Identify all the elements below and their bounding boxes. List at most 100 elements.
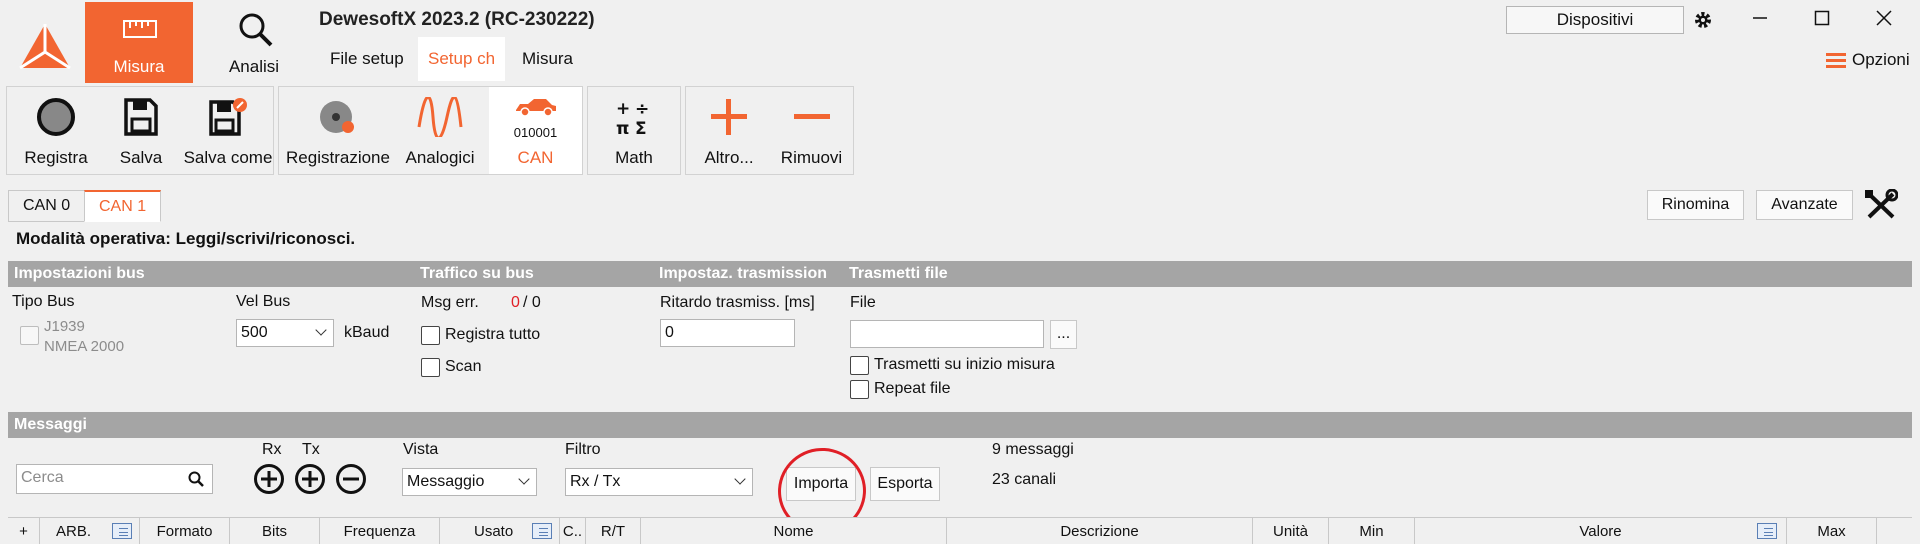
rx-label: Rx <box>262 441 282 458</box>
save-label: Salva <box>119 148 163 167</box>
column-list-icon <box>1757 523 1777 539</box>
bus-settings-title: Impostazioni bus <box>14 265 145 282</box>
record-button[interactable]: Registra <box>13 87 99 174</box>
column-header-format[interactable]: Formato <box>140 518 230 544</box>
scan-label: Scan <box>445 358 482 375</box>
view-select[interactable]: Messaggio <box>402 468 537 496</box>
column-header-add[interactable]: + <box>8 518 40 544</box>
tab-can-1[interactable]: CAN 1 <box>84 190 162 222</box>
save-as-label: Salva come <box>183 148 273 167</box>
tab-can-0[interactable]: CAN 0 <box>8 190 86 222</box>
analog-label: Analogici <box>405 148 475 167</box>
devices-button[interactable]: Dispositivi <box>1506 6 1684 34</box>
tab-setup-ch[interactable]: Setup ch <box>418 37 506 81</box>
operating-mode: Modalità operativa: Leggi/scrivi/riconos… <box>16 229 356 248</box>
svg-text:+: + <box>616 99 630 119</box>
column-header-description[interactable]: Descrizione <box>947 518 1253 544</box>
filter-value: Rx / Tx <box>570 473 621 490</box>
record-icon <box>37 98 75 136</box>
file-transmit-title: Trasmetti file <box>849 265 948 282</box>
app-title: DewesoftX 2023.2 (RC-230222) <box>319 9 595 30</box>
repeat-file-checkbox[interactable] <box>850 380 869 399</box>
maximize-icon <box>1814 10 1830 26</box>
search-icon <box>239 13 273 47</box>
save-icon <box>124 98 158 136</box>
column-header-used[interactable]: Usato <box>440 518 560 544</box>
dewesoft-logo <box>19 24 71 70</box>
tools-icon[interactable] <box>1864 189 1898 221</box>
column-header-c[interactable]: C.. <box>560 518 586 544</box>
messages-title: Messaggi <box>14 416 87 433</box>
can-label: CAN <box>517 148 554 167</box>
gear-icon[interactable] <box>1693 10 1713 30</box>
rename-button[interactable]: Rinomina <box>1647 190 1744 220</box>
column-header-frequency[interactable]: Frequenza <box>320 518 440 544</box>
chevron-down-icon <box>315 324 327 336</box>
maximize-button[interactable] <box>1808 8 1836 32</box>
msg-err-value: 0 <box>511 294 520 311</box>
minus-icon <box>793 114 830 119</box>
filter-label: Filtro <box>565 441 601 458</box>
save-as-button[interactable]: Salva come <box>183 87 273 174</box>
filter-select[interactable]: Rx / Tx <box>565 468 753 496</box>
toolbar-group-inputs: Registrazione Analogici 010001 CAN <box>278 86 583 175</box>
bus-speed-label: Vel Bus <box>236 293 291 310</box>
column-list-icon <box>112 523 132 539</box>
add-more-button[interactable]: Altro... <box>688 87 770 174</box>
view-label: Vista <box>403 441 439 458</box>
can-button[interactable]: 010001 CAN <box>489 87 582 174</box>
file-path-input[interactable] <box>850 320 1044 348</box>
column-header-value[interactable]: Valore <box>1415 518 1787 544</box>
record-all-checkbox[interactable] <box>421 326 440 345</box>
tx-delay-input[interactable]: 0 <box>660 319 795 347</box>
bus-type-option-j1939[interactable]: J1939 <box>44 318 85 335</box>
scan-checkbox[interactable] <box>421 358 440 377</box>
search-input[interactable]: Cerca <box>16 464 213 494</box>
save-button[interactable]: Salva <box>99 87 183 174</box>
minimize-button[interactable] <box>1746 8 1774 32</box>
column-header-arb[interactable]: ARB. <box>40 518 140 544</box>
remove-button[interactable]: Rimuovi <box>770 87 853 174</box>
bus-speed-unit: kBaud <box>344 324 390 341</box>
column-header-unit[interactable]: Unità <box>1253 518 1329 544</box>
add-tx-button[interactable] <box>295 464 325 494</box>
tab-file-setup[interactable]: File setup <box>320 37 414 81</box>
bus-type-checkbox[interactable] <box>20 326 39 345</box>
close-button[interactable] <box>1870 8 1898 32</box>
column-header-max[interactable]: Max <box>1787 518 1877 544</box>
recording-label: Registrazione <box>286 148 390 167</box>
remove-label: Rimuovi <box>780 148 843 167</box>
advanced-button[interactable]: Avanzate <box>1756 190 1853 220</box>
column-header-rt[interactable]: R/T <box>586 518 641 544</box>
svg-text:Σ: Σ <box>635 119 647 137</box>
math-button[interactable]: + ÷ π Σ Math <box>588 87 680 174</box>
options-menu[interactable]: Opzioni <box>1826 50 1910 70</box>
column-header-bits[interactable]: Bits <box>230 518 320 544</box>
close-icon <box>1876 10 1892 26</box>
bus-speed-select[interactable]: 500 <box>236 319 334 347</box>
tx-on-start-checkbox[interactable] <box>850 356 869 375</box>
search-icon <box>188 471 204 487</box>
msg-err-total: / 0 <box>523 294 541 311</box>
channels-count: 23 canali <box>992 471 1057 488</box>
add-rx-button[interactable] <box>254 464 284 494</box>
remove-message-button[interactable] <box>336 464 366 494</box>
column-header-min[interactable]: Min <box>1329 518 1415 544</box>
minimize-icon <box>1753 17 1767 19</box>
tab-misura[interactable]: Misura <box>512 37 583 81</box>
bus-type-option-nmea[interactable]: NMEA 2000 <box>44 338 124 355</box>
mode-misura[interactable]: Misura <box>85 2 193 83</box>
mode-analisi[interactable]: Analisi <box>200 2 308 83</box>
browse-file-button[interactable]: ... <box>1050 320 1077 349</box>
repeat-file-label: Repeat file <box>874 380 951 397</box>
tx-delay-label: Ritardo trasmiss. [ms] <box>660 294 815 311</box>
recording-button[interactable]: Registrazione <box>283 87 393 174</box>
export-button[interactable]: Esporta <box>870 467 940 501</box>
toolbar-group-edit: Altro... Rimuovi <box>685 86 854 175</box>
analog-button[interactable]: Analogici <box>393 87 487 174</box>
column-header-arb-label: ARB. <box>56 523 92 540</box>
settings-section-bar: Impostazioni bus Traffico su bus Imposta… <box>8 261 1912 287</box>
column-list-icon <box>532 523 552 539</box>
messages-count: 9 messaggi <box>992 441 1074 458</box>
column-header-name[interactable]: Nome <box>641 518 947 544</box>
